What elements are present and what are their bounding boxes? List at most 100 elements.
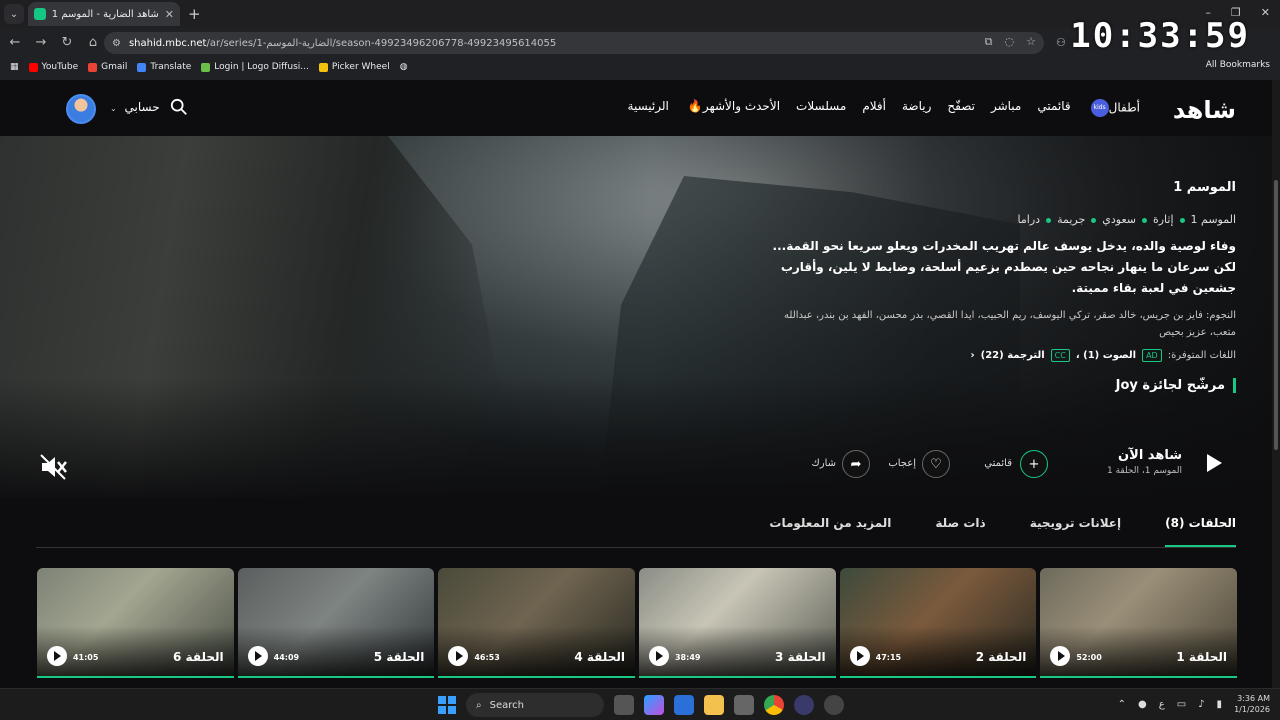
meta-separator — [1091, 217, 1097, 223]
tab-episodes[interactable]: الحلقات (8) — [1165, 512, 1236, 547]
like-label: إعجاب — [888, 458, 916, 469]
like-button[interactable]: ♡ — [922, 450, 950, 478]
share-label: شارك — [811, 458, 837, 469]
new-tab-button[interactable]: + — [188, 5, 201, 23]
site-info-icon[interactable]: ⚙ — [112, 38, 121, 49]
episode-card[interactable]: الحلقة 1 52:00 — [1040, 568, 1237, 678]
bookmark-translate[interactable]: Translate — [137, 62, 191, 72]
reload-icon[interactable]: ↻ — [56, 35, 78, 50]
all-bookmarks[interactable]: All Bookmarks — [1206, 60, 1270, 70]
store-icon[interactable] — [674, 695, 694, 715]
play-icon[interactable] — [1207, 454, 1222, 472]
mute-icon[interactable] — [38, 452, 68, 482]
close-window-button[interactable]: ✕ — [1261, 6, 1270, 19]
scrollbar-thumb[interactable] — [1274, 180, 1278, 450]
windows-start-icon[interactable] — [438, 696, 456, 714]
eye-off-icon[interactable]: ◌ — [1005, 35, 1015, 49]
copilot-icon[interactable] — [644, 695, 664, 715]
input-language[interactable]: ع — [1159, 699, 1165, 710]
tab-trailers[interactable]: إعلانات ترويجية — [1030, 512, 1121, 547]
tab-more-info[interactable]: المزيد من المعلومات — [769, 512, 891, 547]
taskbar-search[interactable]: ⌕ Search — [466, 693, 604, 717]
task-view-icon[interactable] — [614, 695, 634, 715]
add-to-list-button[interactable]: + — [1020, 450, 1048, 478]
bookmark-login[interactable]: Login | Logo Diffusi... — [201, 62, 309, 72]
taskbar-clock[interactable]: 3:36 AM 1/1/2026 — [1234, 693, 1270, 715]
play-icon[interactable] — [247, 646, 268, 666]
bookmark-label: Gmail — [101, 62, 128, 72]
episode-duration: 52:00 — [1076, 653, 1102, 662]
bookmark-gmail[interactable]: Gmail — [88, 62, 127, 72]
settings-icon[interactable] — [734, 695, 754, 715]
nav-kids[interactable]: أطفالkids — [1087, 99, 1140, 117]
home-icon[interactable]: ⌂ — [82, 35, 104, 50]
nav-trending[interactable]: الأحدث والأشهر🔥 — [685, 99, 780, 117]
apps-icon[interactable]: ▦ — [10, 62, 19, 72]
nav-kids-label: أطفال — [1108, 100, 1140, 115]
episode-card[interactable]: الحلقة 6 41:05 — [36, 568, 234, 678]
globe-icon[interactable]: ◍ — [400, 62, 408, 72]
available-languages[interactable]: اللغات المتوفرة: AD الصوت (1) ، CC الترج… — [766, 349, 1236, 362]
episode-card[interactable]: الحلقة 4 46:53 — [438, 568, 635, 678]
nav-movies[interactable]: أفلام — [862, 99, 886, 117]
meta-genre-thriller: إثارة — [1152, 213, 1174, 226]
audio-count: الصوت (1) ، — [1075, 350, 1137, 361]
file-explorer-icon[interactable] — [704, 695, 724, 715]
action-bar: شاهد الآن الموسم 1، الحلقة 1 + قائمتي ♡ … — [802, 442, 1222, 486]
volume-icon[interactable]: ♪ — [1198, 699, 1204, 710]
bookmark-picker-wheel[interactable]: Picker Wheel — [318, 62, 390, 72]
address-bar[interactable]: ⚙ shahid.mbc.net /ar/series/الضارية-المو… — [104, 32, 1044, 54]
battery-icon[interactable]: ▮ — [1217, 699, 1223, 710]
episode-title: الحلقة 3 — [775, 650, 826, 664]
taskbar-search-label: Search — [489, 699, 524, 711]
episode-card[interactable]: الحلقة 3 38:49 — [638, 568, 836, 678]
play-icon[interactable] — [849, 646, 870, 666]
meta-genre-drama: دراما — [1017, 213, 1041, 226]
episode-list: الحلقة 1 52:00 الحلقة 2 47:15 الحلقة 3 38:4… — [36, 568, 1237, 680]
share-button[interactable]: ➦ — [842, 450, 870, 478]
watch-now-button[interactable]: شاهد الآن الموسم 1، الحلقة 1 — [1107, 448, 1182, 476]
episode-duration: 46:53 — [474, 653, 500, 662]
network-icon[interactable]: ▭ — [1177, 699, 1186, 710]
system-tray: ⌃ ● ع ▭ ♪ ▮ 3:36 AM 1/1/2026 — [1118, 693, 1270, 715]
my-list-label: قائمتي — [984, 458, 1012, 469]
shahid-logo[interactable]: شاهد — [1173, 96, 1237, 124]
nav-sports[interactable]: رياضة — [902, 99, 931, 117]
chevron-up-icon[interactable]: ⌃ — [1118, 699, 1126, 710]
install-icon[interactable]: ⧉ — [985, 35, 993, 49]
tab-related[interactable]: ذات صلة — [935, 512, 985, 547]
episode-card[interactable]: الحلقة 5 44:09 — [237, 568, 435, 678]
page-scrollbar[interactable] — [1272, 80, 1280, 688]
bookmark-youtube[interactable]: YouTube — [28, 62, 78, 72]
nav-browse[interactable]: تصفّح — [947, 99, 975, 117]
episode-card[interactable]: الحلقة 2 47:15 — [839, 568, 1037, 678]
forward-icon[interactable]: → — [30, 35, 52, 50]
app-icon[interactable] — [794, 695, 814, 715]
search-icon[interactable] — [170, 98, 188, 116]
browser-tab[interactable]: شاهد الضارية - الموسم 1 | d.net ✕ — [28, 2, 180, 26]
back-icon[interactable]: ← — [4, 35, 26, 50]
account-label: حسابي — [124, 100, 160, 114]
kids-badge-icon: kids — [1090, 99, 1109, 117]
url-host: shahid.mbc.net — [128, 37, 207, 49]
play-icon[interactable] — [46, 646, 67, 666]
nav-my-list[interactable]: قائمتي — [1037, 99, 1070, 117]
extension-icon[interactable]: ⚇ — [1056, 36, 1066, 49]
nav-series[interactable]: مسلسلات — [796, 99, 846, 117]
avatar[interactable] — [66, 94, 96, 124]
star-icon[interactable]: ☆ — [1026, 35, 1036, 49]
microphone-icon[interactable]: ● — [1138, 699, 1147, 710]
picker-wheel-icon — [318, 62, 328, 72]
season-title: الموسم 1 — [1173, 180, 1236, 195]
tab-search-icon[interactable]: ⌄ — [4, 4, 24, 24]
browser-chrome: ⌄ شاهد الضارية - الموسم 1 | d.net ✕ + – … — [0, 0, 1280, 80]
app-icon[interactable] — [824, 695, 844, 715]
close-tab-icon[interactable]: ✕ — [165, 8, 174, 21]
play-icon[interactable] — [648, 646, 669, 666]
nav-home[interactable]: الرئيسية — [628, 99, 669, 117]
gmail-icon — [88, 62, 98, 72]
chevron-left-icon[interactable]: ‹ — [971, 350, 975, 361]
account-menu[interactable]: حسابي ⌄ — [110, 100, 160, 114]
nav-live[interactable]: مباشر — [991, 99, 1021, 117]
chrome-icon[interactable] — [764, 695, 784, 715]
